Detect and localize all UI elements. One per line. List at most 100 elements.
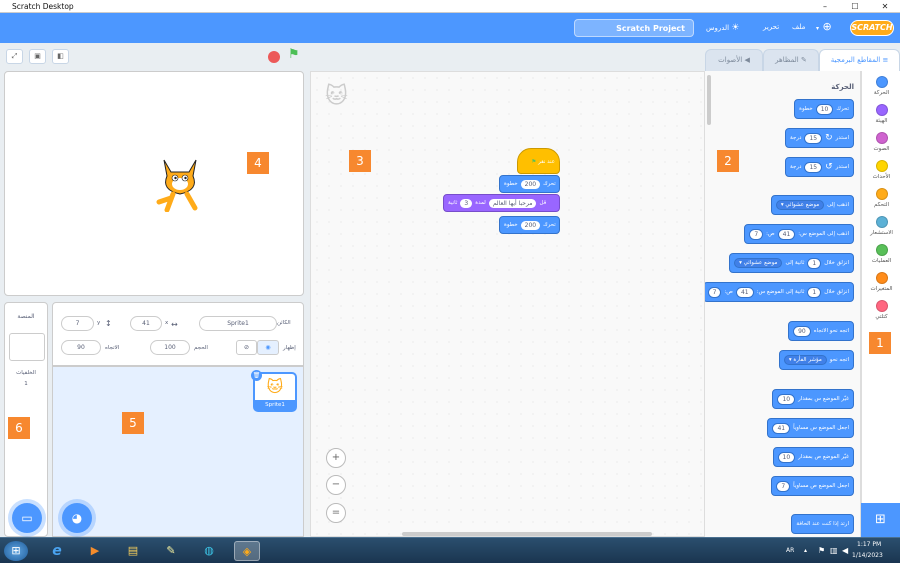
stage-canvas[interactable] (4, 71, 304, 296)
network-icon[interactable]: ▥ (830, 546, 838, 555)
sprite-tile[interactable]: 🗑 🐱 Sprite1 (251, 370, 297, 412)
block-glide-to-xy[interactable]: انزلق خلال 1 ثانية إلى الموضع س: 41 ص: 7 (705, 282, 854, 302)
block-input[interactable]: 10 (815, 103, 834, 115)
internet-explorer-icon[interactable]: e (44, 541, 70, 561)
paint-icon[interactable]: ✎ (158, 541, 184, 561)
block-move-steps[interactable]: تحرك 10 خطوة (794, 99, 854, 119)
block-input[interactable]: 41 (772, 422, 791, 434)
show-visible-toggle[interactable]: ◉ (257, 340, 279, 355)
file-explorer-icon[interactable]: ▤ (120, 541, 146, 561)
clock-time[interactable]: 1:17 PM (857, 541, 881, 548)
script-workspace[interactable]: 🐱 (310, 71, 705, 537)
block-input[interactable]: 10 (777, 393, 796, 405)
block-input[interactable]: 7 (776, 480, 791, 492)
hide-toggle[interactable]: ⊘ (236, 340, 257, 355)
zoom-out-button[interactable]: − (326, 475, 346, 495)
edge-browser-icon[interactable]: ◍ (196, 541, 222, 561)
block-turn-right[interactable]: استدر ↻ 15 درجة (785, 128, 854, 148)
project-title-input[interactable]: Scratch Project (574, 19, 694, 37)
start-button[interactable]: ⊞ (4, 541, 28, 561)
block-input[interactable]: 90 (793, 325, 811, 337)
scratch-taskbar-icon[interactable]: ◈ (234, 541, 260, 561)
maximize-button[interactable]: ☐ (840, 0, 870, 13)
script-say-block[interactable]: قل مرحبا أيها العالم لمدة 3 ثانية (443, 194, 560, 212)
palette-scrollbar[interactable] (707, 75, 711, 125)
block-input[interactable]: مرحبا أيها العالم (488, 198, 537, 208)
category-my-blocks[interactable]: كتلتي (862, 300, 900, 320)
block-dropdown[interactable]: مؤشر الفأرة ▾ (783, 355, 827, 365)
add-extension-button[interactable]: ⊞ (861, 503, 900, 537)
workspace-scrollbar[interactable] (402, 532, 652, 536)
close-button[interactable]: ✕ (870, 0, 900, 13)
script-move-block[interactable]: تحرك 200 خطوة (499, 175, 560, 193)
media-player-icon[interactable]: ▶ (82, 541, 108, 561)
tutorials-menu[interactable]: الدروس ☀ (706, 23, 739, 33)
category-operators[interactable]: العمليات (862, 244, 900, 264)
category-variables[interactable]: المتغيرات (862, 272, 900, 292)
block-change-y[interactable]: غيّر الموضع ص بمقدار 10 (772, 447, 854, 467)
block-input[interactable]: 15 (804, 161, 823, 173)
block-bounce[interactable]: ارتد إذا كنت عند الحافة (791, 514, 854, 534)
when-flag-clicked-block[interactable]: ⚑ عند نقر (517, 148, 560, 174)
zoom-in-button[interactable]: + (326, 448, 346, 468)
size-input[interactable]: 100 (150, 340, 190, 355)
large-stage-button[interactable]: ◧ (52, 49, 69, 64)
clock-date[interactable]: 1/14/2023 (852, 552, 883, 559)
block-input[interactable]: 200 (520, 220, 541, 230)
edit-menu[interactable]: تحرير (763, 23, 779, 31)
volume-icon[interactable]: ◀ (842, 546, 848, 555)
choose-backdrop-button[interactable]: ▭ (12, 503, 42, 533)
cat-sprite[interactable] (149, 150, 211, 212)
block-dropdown[interactable]: موضع عشوائي ▾ (775, 200, 825, 210)
file-menu[interactable]: ملف (792, 23, 805, 31)
green-flag-button[interactable]: ⚑ (288, 47, 300, 62)
block-input[interactable]: 41 (777, 228, 796, 240)
tab-sounds[interactable]: الأصوات ◀ (705, 49, 763, 71)
block-go-to-xy[interactable]: اذهب إلى الموضع س: 41 ص: 7 (744, 224, 854, 244)
script-move-block[interactable]: تحرك 200 خطوة (499, 216, 560, 234)
delete-sprite-button[interactable]: 🗑 (251, 370, 262, 381)
block-input[interactable]: 3 (460, 198, 473, 208)
block-input[interactable]: 1 (807, 286, 822, 298)
flag-icon[interactable]: ⚑ (818, 546, 825, 555)
tray-arrow-icon[interactable]: ▴ (804, 547, 807, 554)
block-go-to[interactable]: اذهب إلى موضع عشوائي ▾ (770, 195, 854, 215)
small-stage-button[interactable]: ▣ (29, 49, 46, 64)
zoom-reset-button[interactable]: = (326, 503, 346, 523)
category-events[interactable]: الأحداث (862, 160, 900, 180)
block-input[interactable]: 7 (749, 228, 764, 240)
block-glide-to[interactable]: انزلق خلال 1 ثانية إلى موضع عشوائي ▾ (729, 253, 854, 273)
block-point-direction[interactable]: اتجه نحو الاتجاه 90 (788, 321, 854, 341)
choose-sprite-button[interactable]: ◕ (62, 503, 92, 533)
x-input[interactable]: 41 (130, 316, 162, 331)
block-set-y[interactable]: اجعل الموضع ص مساوياً 7 (771, 476, 854, 496)
tab-code[interactable]: المقاطع البرمجية ≡ (819, 49, 900, 71)
sprite-name-input[interactable]: Sprite1 (199, 316, 277, 331)
block-input[interactable]: 15 (804, 132, 823, 144)
language-menu[interactable]: ▾ ⊕ (816, 20, 832, 33)
block-point-towards[interactable]: اتجه نحو مؤشر الفأرة ▾ (778, 350, 854, 370)
category-motion[interactable]: الحركة (862, 76, 900, 96)
category-looks[interactable]: الهيئة (862, 104, 900, 124)
minimize-button[interactable]: – (810, 0, 840, 13)
block-input[interactable]: 200 (520, 179, 541, 189)
category-control[interactable]: التحكم (862, 188, 900, 208)
block-input[interactable]: 7 (707, 286, 722, 298)
block-turn-left[interactable]: استدر ↺ 15 درجة (785, 157, 854, 177)
block-set-x[interactable]: اجعل الموضع س مساوياً 41 (767, 418, 854, 438)
tab-costumes[interactable]: المظاهر ✎ (763, 49, 819, 71)
block-dropdown[interactable]: موضع عشوائي ▾ (734, 258, 783, 268)
fullscreen-button[interactable]: ⤢ (6, 49, 23, 64)
y-input[interactable]: 7 (61, 316, 94, 331)
block-change-x[interactable]: غيّر الموضع س بمقدار 10 (772, 389, 854, 409)
language-indicator[interactable]: AR (786, 547, 794, 554)
block-input[interactable]: 1 (807, 257, 822, 269)
category-sensing[interactable]: الاستشعار (862, 216, 900, 236)
category-sound[interactable]: الصوت (862, 132, 900, 152)
direction-input[interactable]: 90 (61, 340, 101, 355)
block-input[interactable]: 10 (777, 451, 796, 463)
stage-thumbnail[interactable] (9, 333, 45, 361)
scratch-logo[interactable]: SCRATCH (850, 20, 894, 36)
stop-button[interactable] (268, 51, 280, 63)
block-input[interactable]: 41 (735, 286, 754, 298)
